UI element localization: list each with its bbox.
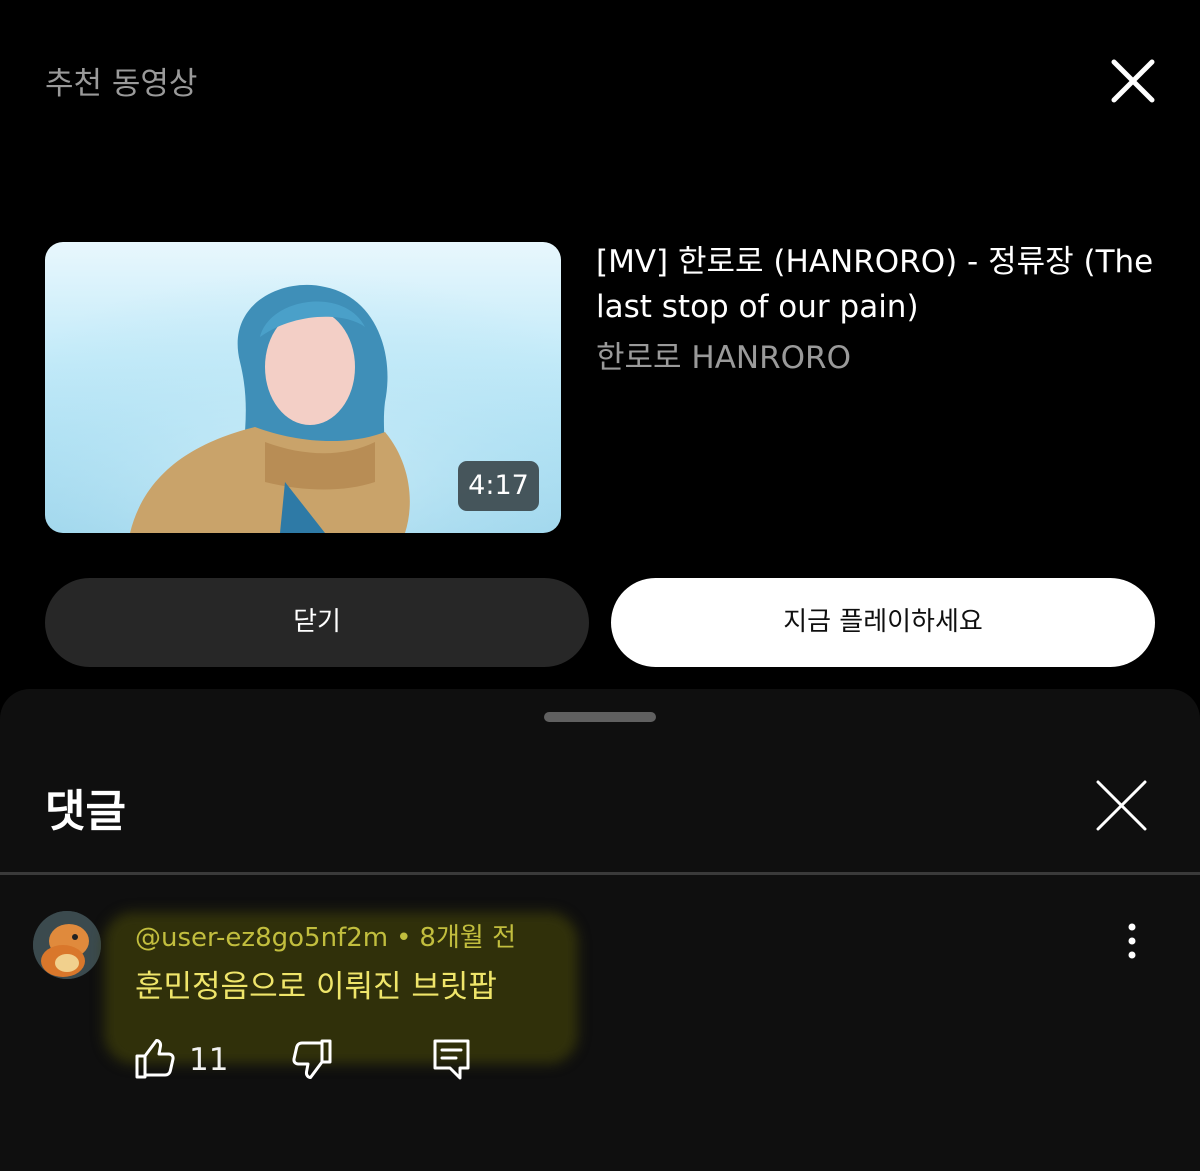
- play-now-button[interactable]: 지금 플레이하세요: [611, 578, 1155, 667]
- close-button[interactable]: 닫기: [45, 578, 589, 667]
- duration-badge: 4:17: [458, 461, 539, 511]
- close-icon[interactable]: [1108, 56, 1158, 106]
- channel-name[interactable]: 한로로 HANRORO: [596, 336, 851, 381]
- comments-sheet: 댓글 @user-ez8go5nf2m • 8개월 전 훈민정음으로 이뤄진 브릿팝: [0, 689, 1200, 1171]
- drag-handle[interactable]: [544, 712, 656, 722]
- reply-icon[interactable]: [430, 1037, 474, 1085]
- divider: [0, 872, 1200, 875]
- comment-header: @user-ez8go5nf2m • 8개월 전: [135, 917, 516, 954]
- comment-item: @user-ez8go5nf2m • 8개월 전 훈민정음으로 이뤄진 브릿팝 11: [0, 899, 1200, 1129]
- avatar[interactable]: [33, 911, 101, 979]
- more-options-icon[interactable]: [1112, 915, 1152, 971]
- comments-title: 댓글: [45, 786, 126, 837]
- like-icon[interactable]: [133, 1037, 177, 1085]
- like-count: 11: [189, 1042, 229, 1078]
- dislike-icon[interactable]: [290, 1037, 334, 1085]
- video-title[interactable]: [MV] 한로로 (HANRORO) - 정류장 (The last stop …: [596, 240, 1156, 330]
- separator-dot: •: [396, 923, 412, 953]
- comment-text: 훈민정음으로 이뤄진 브릿팝: [135, 969, 497, 1005]
- section-label: 추천 동영상: [45, 66, 198, 102]
- comment-time: 8개월 전: [419, 923, 516, 953]
- comment-author[interactable]: @user-ez8go5nf2m: [135, 923, 388, 953]
- close-icon[interactable]: [1094, 778, 1149, 833]
- up-next-panel: 추천 동영상 4:17 [MV] 한로로 (HANRORO) - 정류장 (Th…: [0, 0, 1200, 690]
